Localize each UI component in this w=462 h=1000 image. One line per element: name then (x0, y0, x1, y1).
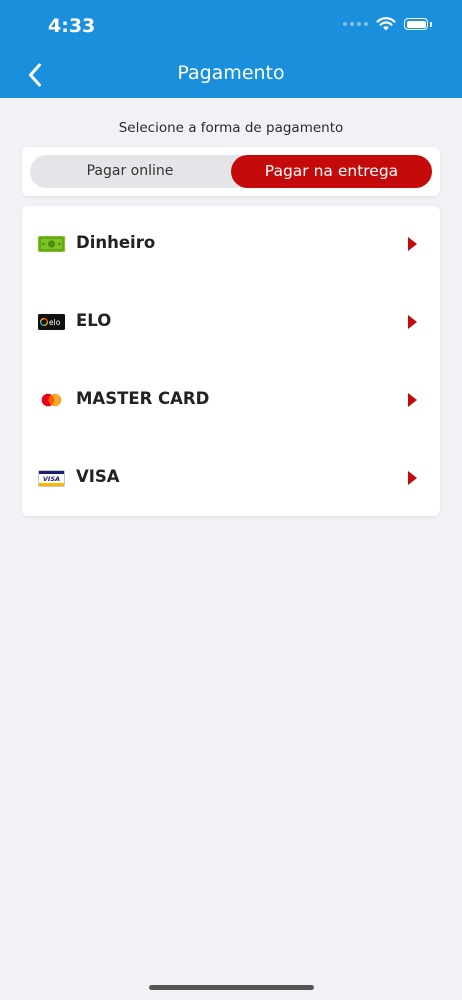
payment-mode-card: Pagar online Pagar na entrega (22, 147, 440, 196)
payment-method-visa[interactable]: VISA VISA (22, 440, 440, 518)
visa-logo-text: VISA (43, 475, 60, 483)
elo-card-icon: elo (38, 313, 65, 331)
chevron-right-icon (408, 471, 417, 485)
mastercard-icon (38, 391, 65, 409)
home-indicator[interactable] (149, 985, 314, 990)
tab-pagar-online[interactable]: Pagar online (30, 155, 230, 188)
chevron-right-icon (408, 237, 417, 251)
visa-card-icon: VISA (38, 469, 65, 487)
payment-method-dinheiro[interactable]: Dinheiro (22, 206, 440, 284)
top-app-bar: 4:33 Pagamento (0, 0, 462, 98)
status-time: 4:33 (48, 15, 96, 37)
payment-method-label: VISA (76, 467, 120, 486)
payment-method-label: MASTER CARD (76, 389, 210, 408)
chevron-right-icon (408, 315, 417, 329)
signal-icon (343, 22, 368, 26)
payment-method-master-card[interactable]: MASTER CARD (22, 362, 440, 440)
elo-logo-text: elo (49, 318, 61, 327)
battery-icon (404, 18, 428, 30)
tab-pagar-na-entrega[interactable]: Pagar na entrega (231, 155, 432, 188)
payment-instruction: Selecione a forma de pagamento (118, 120, 344, 136)
chevron-right-icon (408, 393, 417, 407)
cash-icon (38, 235, 65, 253)
status-icons (343, 17, 432, 31)
wifi-icon (376, 17, 396, 31)
payment-method-label: Dinheiro (76, 233, 156, 252)
payment-mode-segmented-control: Pagar online Pagar na entrega (30, 155, 432, 188)
payment-methods-list: Dinheiro elo ELO MASTER CARD VISA VISA (22, 206, 440, 516)
page-title: Pagamento (177, 62, 285, 84)
battery-cap (430, 21, 432, 27)
payment-method-elo[interactable]: elo ELO (22, 284, 440, 362)
payment-method-label: ELO (76, 311, 112, 330)
